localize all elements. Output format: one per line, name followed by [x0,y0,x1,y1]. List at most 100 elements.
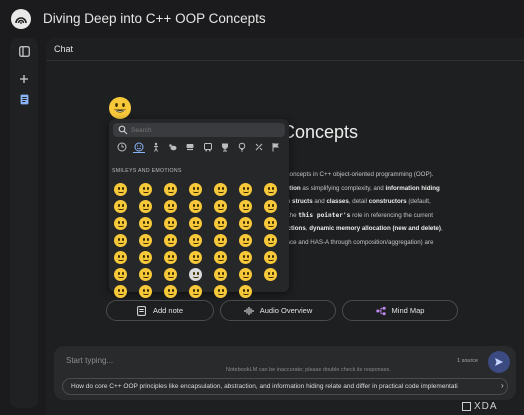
emoji-cell[interactable] [114,234,127,247]
emoji-cell[interactable] [164,200,177,213]
emoji-cell[interactable] [264,217,277,230]
action-button-label: Mind Map [391,306,425,315]
action-buttons: Add note Audio Overview Mind Map [106,300,458,321]
action-button-label: Audio Overview [259,306,313,315]
emoji-cell[interactable] [114,200,127,213]
emoji-cell[interactable] [164,285,177,298]
emoji-cell[interactable] [214,200,227,213]
emoji-category-flag-icon[interactable] [270,141,282,153]
emoji-cell[interactable] [114,285,127,298]
summary-text: information hiding [385,184,440,192]
emoji-cell[interactable] [189,183,202,196]
send-button[interactable] [488,351,510,373]
smiley-icon [134,142,144,151]
add-note-button[interactable]: Add note [106,300,214,321]
disclaimer-text: NotebookLM can be inaccurate; please dou… [226,367,391,373]
emoji-cell[interactable] [139,200,152,213]
emoji-cell[interactable] [189,251,202,264]
mind-map-button[interactable]: Mind Map [342,300,458,321]
summary-text: dynamic memory allocation (new and delet… [309,225,441,232]
emoji-cell[interactable] [214,217,227,230]
emoji-cell[interactable] [264,268,277,281]
emoji-cell[interactable] [264,183,277,196]
chat-panel-title: Chat [54,44,74,54]
emoji-cell[interactable] [239,234,252,247]
emoji-cell[interactable] [239,285,252,298]
audio-overview-button[interactable]: Audio Overview [220,300,336,321]
emoji-cell[interactable] [164,268,177,281]
emoji-cell[interactable] [139,285,152,298]
emoji-cell[interactable] [189,234,202,247]
search-icon [118,125,128,135]
chevron-right-icon[interactable]: › [501,381,504,390]
emoji-cell[interactable] [114,268,127,281]
emoji-category-person-icon[interactable] [150,141,162,153]
send-icon [495,358,503,366]
emoji-cell[interactable] [114,217,127,230]
emoji-category-activity-icon[interactable] [219,141,231,153]
emoji-category-travel-icon[interactable] [202,141,214,153]
emoji-picker: SMILEYS AND EMOTIONS [109,119,289,298]
summary-text: , [440,225,443,232]
notebooklm-logo-icon[interactable] [11,9,31,29]
emoji-category-bar [113,141,285,155]
chat-input[interactable]: Start typing... [66,356,113,365]
summary-text: this pointer's [298,211,351,219]
emoji-cell[interactable] [214,268,227,281]
summary-line: een structs and classes, detail construc… [280,195,500,209]
emoji-category-clock-icon[interactable] [116,141,128,153]
emoji-cell[interactable] [214,183,227,196]
emoji-cell[interactable] [239,200,252,213]
emoji-category-food-icon[interactable] [184,141,196,153]
emoji-cell[interactable] [189,217,202,230]
mind-map-icon [375,306,386,316]
emoji-cell[interactable] [264,234,277,247]
emoji-search-input[interactable] [131,125,281,135]
summary-text: al concepts in C++ object-oriented progr… [280,171,434,178]
emoji-search[interactable] [113,123,285,137]
emoji-cell[interactable] [214,234,227,247]
emoji-cell[interactable] [139,217,152,230]
emoji-cell[interactable] [264,251,277,264]
audio-wave-icon [244,306,254,316]
emoji-cell[interactable] [114,183,127,196]
emoji-cell[interactable] [139,234,152,247]
food-icon [186,144,194,151]
emoji-cell[interactable] [139,268,152,281]
emoji-cell[interactable] [189,285,202,298]
emoji-cell[interactable] [214,285,227,298]
emoji-grid [112,181,288,300]
emoji-cell[interactable] [164,183,177,196]
emoji-cell[interactable] [239,268,252,281]
emoji-cell[interactable] [189,268,202,281]
emoji-cell[interactable] [164,251,177,264]
emoji-cell[interactable] [114,251,127,264]
left-sidebar [10,38,38,408]
emoji-cell[interactable] [189,200,202,213]
emoji-cell[interactable] [264,200,277,213]
emoji-cell[interactable] [164,217,177,230]
emoji-picker-trigger[interactable] [108,96,132,120]
emoji-cell[interactable] [214,251,227,264]
emoji-category-smiley-icon[interactable] [133,141,146,153]
emoji-category-symbols-icon[interactable] [253,141,265,153]
emoji-cell[interactable] [239,251,252,264]
add-source-icon[interactable] [15,70,33,88]
notebook-title[interactable]: Diving Deep into C++ OOP Concepts [43,11,266,26]
summary-line: unctions, dynamic memory allocation (new… [280,222,500,236]
suggested-question[interactable]: How do core C++ OOP principles like enca… [62,378,508,395]
emoji-category-lightbulb-icon[interactable] [236,141,248,153]
toggle-sidebar-icon[interactable] [15,42,33,60]
activity-icon [221,143,228,152]
source-document-icon[interactable] [15,90,33,108]
composer: Start typing... 1 source How do core C++… [54,346,516,400]
summary-text: and [312,198,327,205]
emoji-category-animal-icon[interactable] [167,141,179,153]
emoji-cell[interactable] [139,183,152,196]
emoji-cell[interactable] [164,234,177,247]
emoji-cell[interactable] [239,217,252,230]
emoji-cell[interactable] [239,183,252,196]
emoji-cell[interactable] [139,251,152,264]
summary-text: structs [292,198,313,205]
animal-icon [169,144,177,151]
